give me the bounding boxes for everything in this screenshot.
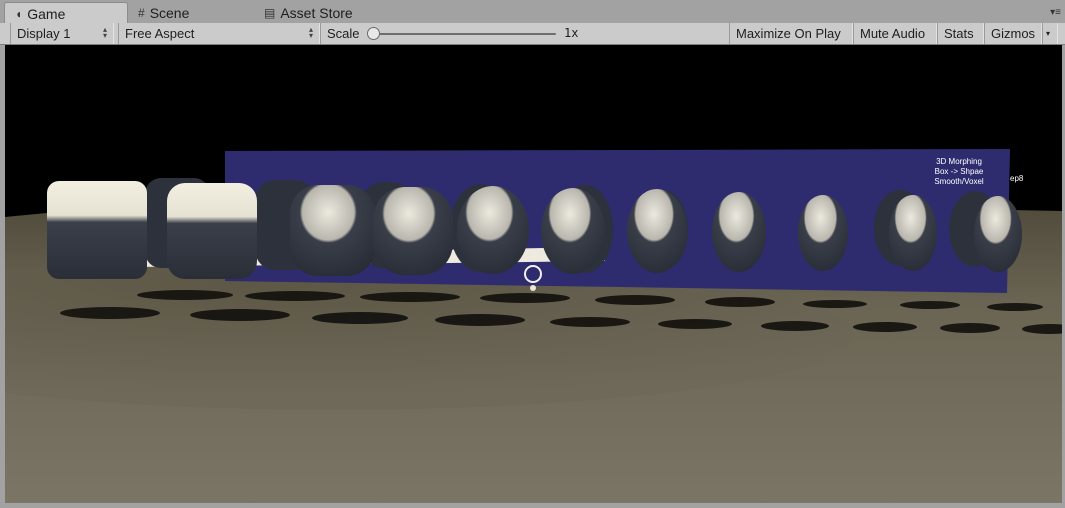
panel-mode: Smooth/Voxel: [934, 177, 984, 186]
game-viewport[interactable]: 3D Morphing Box -> Shpae Smooth/Voxel ep…: [5, 45, 1062, 503]
tab-scene[interactable]: # Scene: [138, 3, 189, 23]
morph-object-4: [373, 187, 453, 275]
morph-object-11: [974, 196, 1022, 272]
morph-object-7: [627, 189, 687, 273]
display-dropdown-label: Display 1: [17, 26, 71, 41]
gizmos-dropdown[interactable]: ▾: [1042, 23, 1058, 44]
gizmos-label: Gizmos: [991, 26, 1036, 41]
panel-subtitle: Box -> Shpae: [935, 167, 984, 176]
morph-object-9: [798, 195, 848, 271]
tab-game-label: Game: [27, 5, 66, 22]
morph-object-1: [47, 181, 147, 279]
grid-icon: #: [138, 6, 145, 20]
scale-slider-handle[interactable]: [367, 27, 380, 40]
mute-audio-toggle[interactable]: Mute Audio: [853, 23, 937, 44]
aspect-dropdown-label: Free Aspect: [125, 26, 195, 41]
morph-object-8: [712, 192, 766, 272]
stats-toggle[interactable]: Stats: [937, 23, 984, 44]
morph-object-3: [290, 185, 375, 276]
dropdown-arrow-icon: ▾: [1046, 29, 1051, 38]
morph-object-5: [457, 186, 529, 274]
panel-menu-icon[interactable]: ▾≡: [1050, 7, 1061, 18]
maximize-label: Maximize On Play: [736, 26, 841, 41]
panel-title: 3D Morphing: [936, 157, 982, 166]
morph-object-2: [167, 183, 257, 279]
stats-label: Stats: [944, 26, 974, 41]
bag-icon: ▤: [264, 6, 276, 20]
gizmos-toggle[interactable]: Gizmos: [984, 23, 1042, 44]
morph-object-10: [889, 195, 937, 271]
mute-label: Mute Audio: [860, 26, 926, 41]
pacman-icon: ◖: [15, 6, 23, 21]
tab-game[interactable]: ◖ Game: [4, 2, 128, 24]
updown-arrow-icon: ▴ ▾: [102, 25, 107, 40]
scale-label: Scale: [327, 26, 360, 41]
tab-asset-store-label: Asset Store: [280, 5, 353, 21]
morph-object-6: [541, 188, 605, 274]
display-dropdown[interactable]: Display 1 ▴ ▾: [10, 23, 114, 44]
maximize-on-play-toggle[interactable]: Maximize On Play: [729, 23, 853, 44]
scale-value: 1x: [564, 26, 579, 40]
tab-asset-store[interactable]: ▤ Asset Store: [264, 3, 353, 23]
tab-strip: ◖ Game # Scene ▤ Asset Store ▾≡: [0, 0, 1065, 24]
game-scene: 3D Morphing Box -> Shpae Smooth/Voxel ep…: [5, 45, 1062, 503]
light-glow: [530, 285, 536, 291]
aspect-dropdown[interactable]: Free Aspect ▴ ▾: [118, 23, 320, 44]
scale-slider-track[interactable]: [378, 33, 556, 35]
panel-extra-label: ep8: [1010, 174, 1024, 183]
updown-arrow-icon: ▴ ▾: [308, 25, 313, 40]
tab-scene-label: Scene: [149, 5, 190, 21]
game-toolbar: Display 1 ▴ ▾ Free Aspect ▴ ▾ Scale 1x Max…: [0, 23, 1065, 45]
